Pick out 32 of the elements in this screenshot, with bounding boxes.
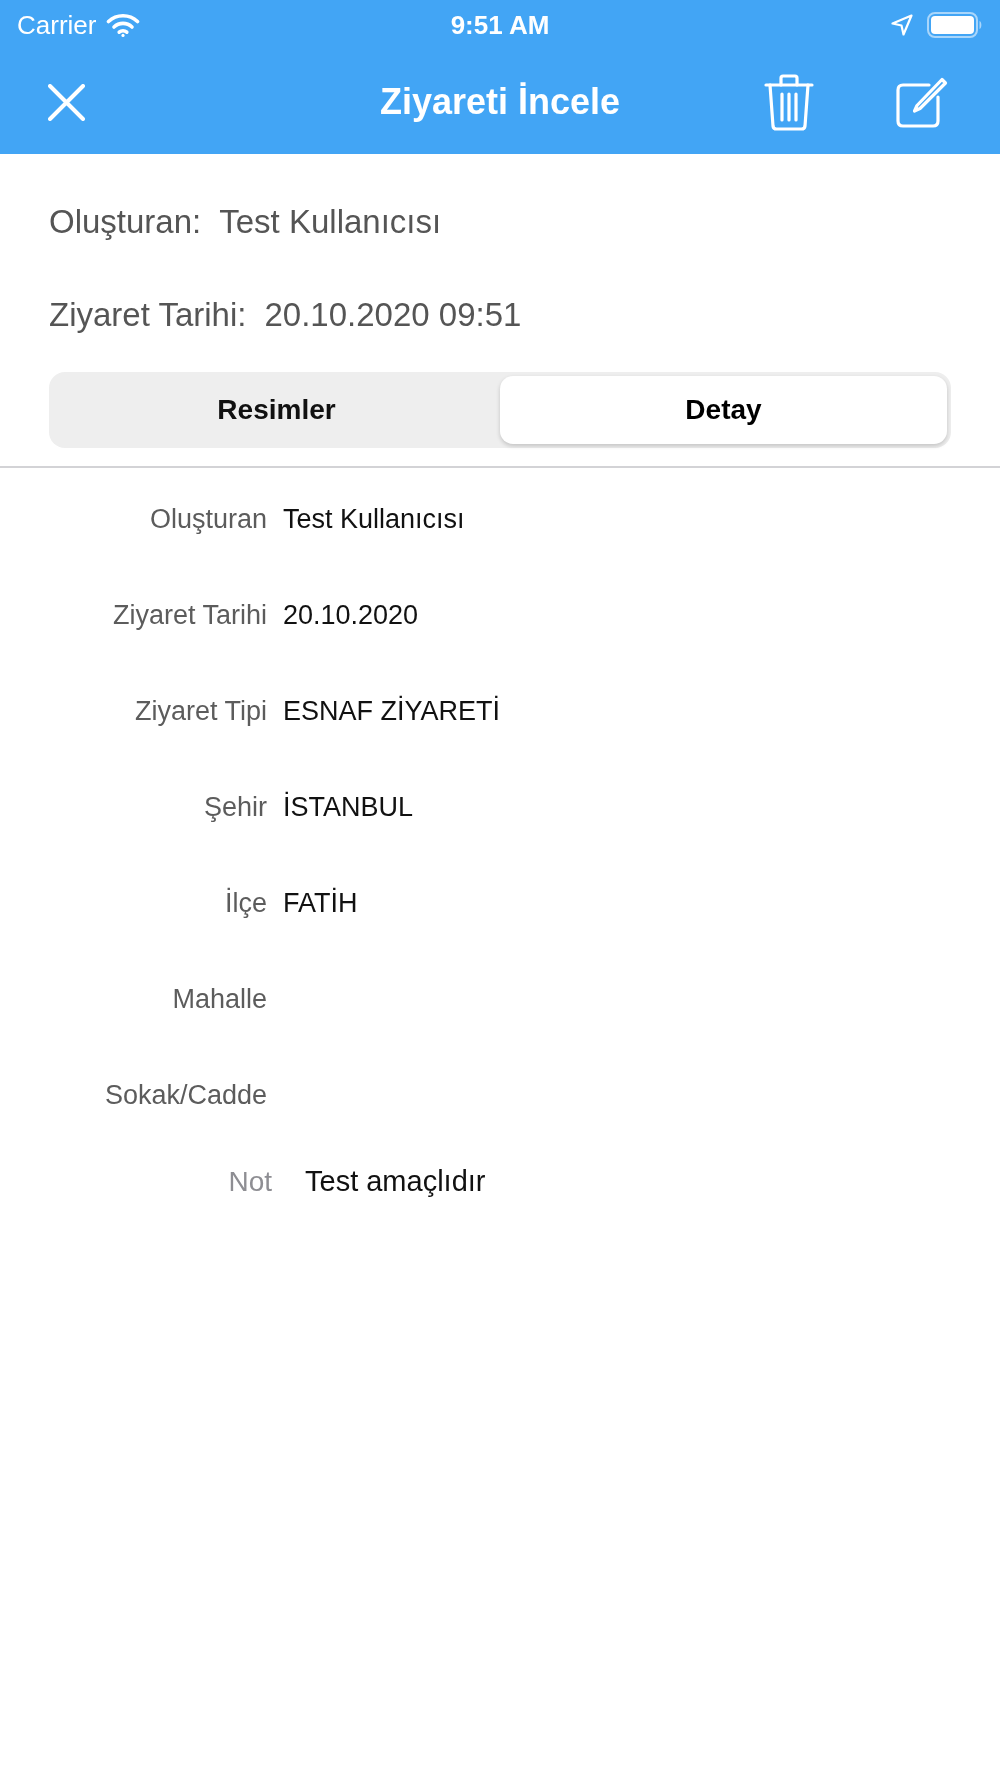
detail-label: Şehir xyxy=(202,790,267,824)
screen-title: Ziyareti İncele xyxy=(379,80,621,124)
carrier-name: Carrier xyxy=(17,8,97,42)
detail-value: ESNAF ZİYARETİ xyxy=(283,694,501,728)
note-value: Test amaçlıdır xyxy=(305,1164,486,1200)
close-button[interactable] xyxy=(48,83,85,121)
delete-button[interactable] xyxy=(764,73,814,131)
detail-label: Oluşturan xyxy=(148,502,267,536)
detail-label: Ziyaret Tipi xyxy=(133,694,267,728)
detail-value: İSTANBUL xyxy=(283,790,414,824)
detail-value: Test Kullanıcısı xyxy=(283,502,465,536)
segment-tab[interactable]: Detay xyxy=(500,376,947,444)
close-icon xyxy=(48,83,85,121)
trash-icon xyxy=(764,73,814,131)
wifi-icon xyxy=(106,12,141,38)
detail-label: Mahalle xyxy=(171,982,267,1016)
battery-icon xyxy=(927,12,983,38)
detail-value: FATİH xyxy=(283,886,358,920)
edit-icon xyxy=(896,76,948,128)
segment-tab[interactable]: Resimler xyxy=(53,376,500,444)
summary-value: Test Kullanıcısı xyxy=(219,202,442,243)
summary-label: Oluşturan: xyxy=(49,202,202,243)
status-time: 9:51 AM xyxy=(450,8,550,42)
detail-label: Ziyaret Tarihi xyxy=(111,598,267,632)
edit-button[interactable] xyxy=(896,76,948,128)
summary-value: 20.10.2020 09:51 xyxy=(264,295,522,336)
detail-label: İlçe xyxy=(223,886,267,920)
detail-value: 20.10.2020 xyxy=(283,598,419,632)
location-arrow-icon xyxy=(891,14,913,36)
summary-label: Ziyaret Tarihi: xyxy=(49,295,247,336)
note-label: Not xyxy=(227,1165,272,1199)
detail-label: Sokak/Cadde xyxy=(103,1078,267,1112)
